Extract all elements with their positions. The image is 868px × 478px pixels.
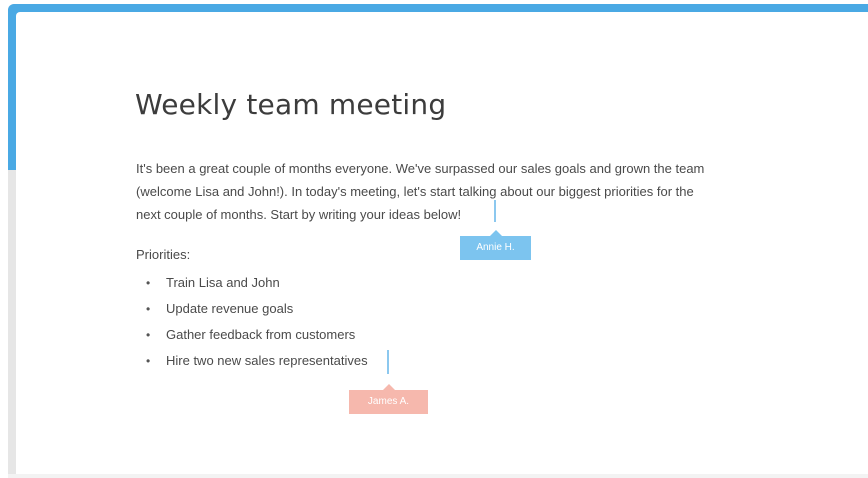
intro-line: next couple of months. Start by writing … [136,207,462,222]
document-bottom-edge [8,474,868,478]
collaborator-cursor-james [387,350,389,374]
bullet-icon: • [146,302,151,316]
collaborator-tag-annie: Annie H. [460,230,531,260]
list-item[interactable]: • Gather feedback from customers [136,322,368,348]
list-item-text: Train Lisa and John [166,275,280,290]
list-item-text: Gather feedback from customers [166,327,356,342]
bullet-icon: • [146,328,151,342]
list-item[interactable]: • Train Lisa and John [136,270,368,296]
document-title[interactable]: Weekly team meeting [135,88,446,121]
collaborator-tag-james: James A. [349,384,428,414]
intro-line: It's been a great couple of months every… [136,161,705,176]
list-item-text: Hire two new sales representatives [166,353,368,368]
list-item[interactable]: • Update revenue goals [136,296,368,322]
collaborator-cursor-annie [494,200,496,222]
intro-paragraph[interactable]: It's been a great couple of months every… [136,157,776,226]
bullet-icon: • [146,276,151,290]
app-window: Weekly team meeting It's been a great co… [0,0,868,478]
document-page[interactable] [16,12,868,474]
list-item-text: Update revenue goals [166,301,294,316]
list-item[interactable]: • Hire two new sales representatives [136,348,368,374]
priorities-list: • Train Lisa and John • Update revenue g… [136,270,368,374]
bullet-icon: • [146,354,151,368]
priorities-label[interactable]: Priorities: [136,247,190,262]
intro-line: (welcome Lisa and John!). In today's mee… [136,184,694,199]
